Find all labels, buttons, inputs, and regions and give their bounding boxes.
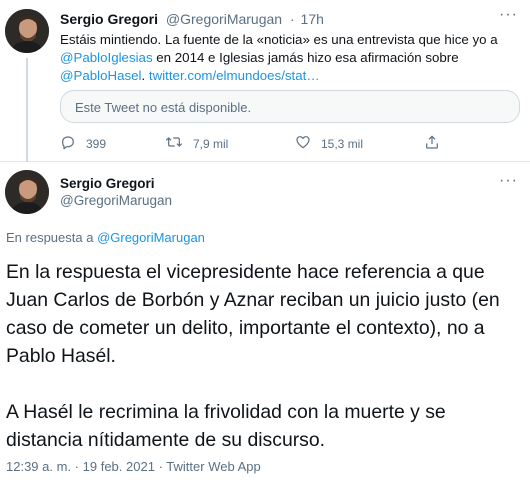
unavailable-tweet-card: Este Tweet no está disponible. bbox=[60, 90, 520, 123]
like-button[interactable]: 15,3 mil bbox=[295, 134, 363, 153]
thread-connector-line bbox=[26, 58, 28, 162]
url-link[interactable]: twitter.com/elmundoes/stat… bbox=[149, 68, 320, 83]
tweet-text: Estáis mintiendo. La fuente de la «notic… bbox=[60, 31, 522, 85]
tweet-paragraph: En la respuesta el vicepresidente hace r… bbox=[6, 261, 500, 367]
unavailable-message: Este Tweet no está disponible. bbox=[75, 100, 252, 115]
reply-count: 399 bbox=[86, 136, 107, 151]
separator-dot: · bbox=[289, 11, 295, 27]
main-tweet-text: En la respuesta el vicepresidente hace r… bbox=[6, 258, 526, 454]
share-icon bbox=[424, 134, 450, 153]
reply-context: En respuesta a @GregoriMarugan bbox=[6, 230, 205, 245]
share-button[interactable] bbox=[424, 134, 450, 153]
separator-dot: · bbox=[158, 459, 163, 474]
tweet-text-segment: Estáis mintiendo. La fuente de la «notic… bbox=[60, 32, 498, 47]
tweet-source[interactable]: Twitter Web App bbox=[166, 459, 260, 474]
reply-button[interactable]: 399 bbox=[60, 134, 106, 153]
author-handle[interactable]: @GregoriMarugan bbox=[60, 193, 172, 208]
avatar[interactable] bbox=[5, 9, 49, 53]
author-handle[interactable]: @GregoriMarugan bbox=[166, 11, 282, 27]
like-count: 15,3 mil bbox=[321, 136, 364, 151]
tweet-meta: 12:39 a. m. · 19 feb. 2021 · Twitter Web… bbox=[6, 459, 261, 474]
tweet-paragraph: A Hasél le recrimina la frivolidad con l… bbox=[6, 401, 446, 451]
avatar[interactable] bbox=[5, 170, 49, 214]
tweet-date[interactable]: 19 feb. 2021 bbox=[83, 459, 155, 474]
tweet-header: Sergio Gregori @GregoriMarugan · 17h bbox=[60, 11, 324, 27]
tweet-actions: 399 7,9 mil 15,3 mil bbox=[60, 134, 520, 152]
mention-link[interactable]: @PabloIglesias bbox=[60, 50, 153, 65]
reply-to-mention[interactable]: @GregoriMarugan bbox=[97, 230, 205, 245]
tweet-time[interactable]: 12:39 a. m. bbox=[6, 459, 71, 474]
retweet-button[interactable]: 7,9 mil bbox=[165, 134, 228, 153]
separator-dot: · bbox=[74, 459, 80, 474]
more-icon[interactable]: ··· bbox=[499, 173, 518, 189]
heart-icon bbox=[295, 134, 321, 153]
tweet-text-segment: . bbox=[141, 68, 149, 83]
parent-tweet[interactable]: Sergio Gregori @GregoriMarugan · 17h ···… bbox=[0, 0, 530, 162]
tweet-text-segment: en 2014 e Iglesias jamás hizo esa afirma… bbox=[152, 50, 459, 65]
reply-icon bbox=[60, 134, 86, 153]
author-name[interactable]: Sergio Gregori bbox=[60, 176, 155, 191]
reply-prefix: En respuesta a bbox=[6, 230, 98, 245]
author-name[interactable]: Sergio Gregori bbox=[60, 11, 158, 27]
more-icon[interactable]: ··· bbox=[499, 7, 518, 23]
mention-link[interactable]: @PabloHasel bbox=[60, 68, 142, 83]
retweet-count: 7,9 mil bbox=[193, 136, 229, 151]
timestamp[interactable]: 17h bbox=[301, 11, 324, 27]
retweet-icon bbox=[165, 134, 193, 153]
